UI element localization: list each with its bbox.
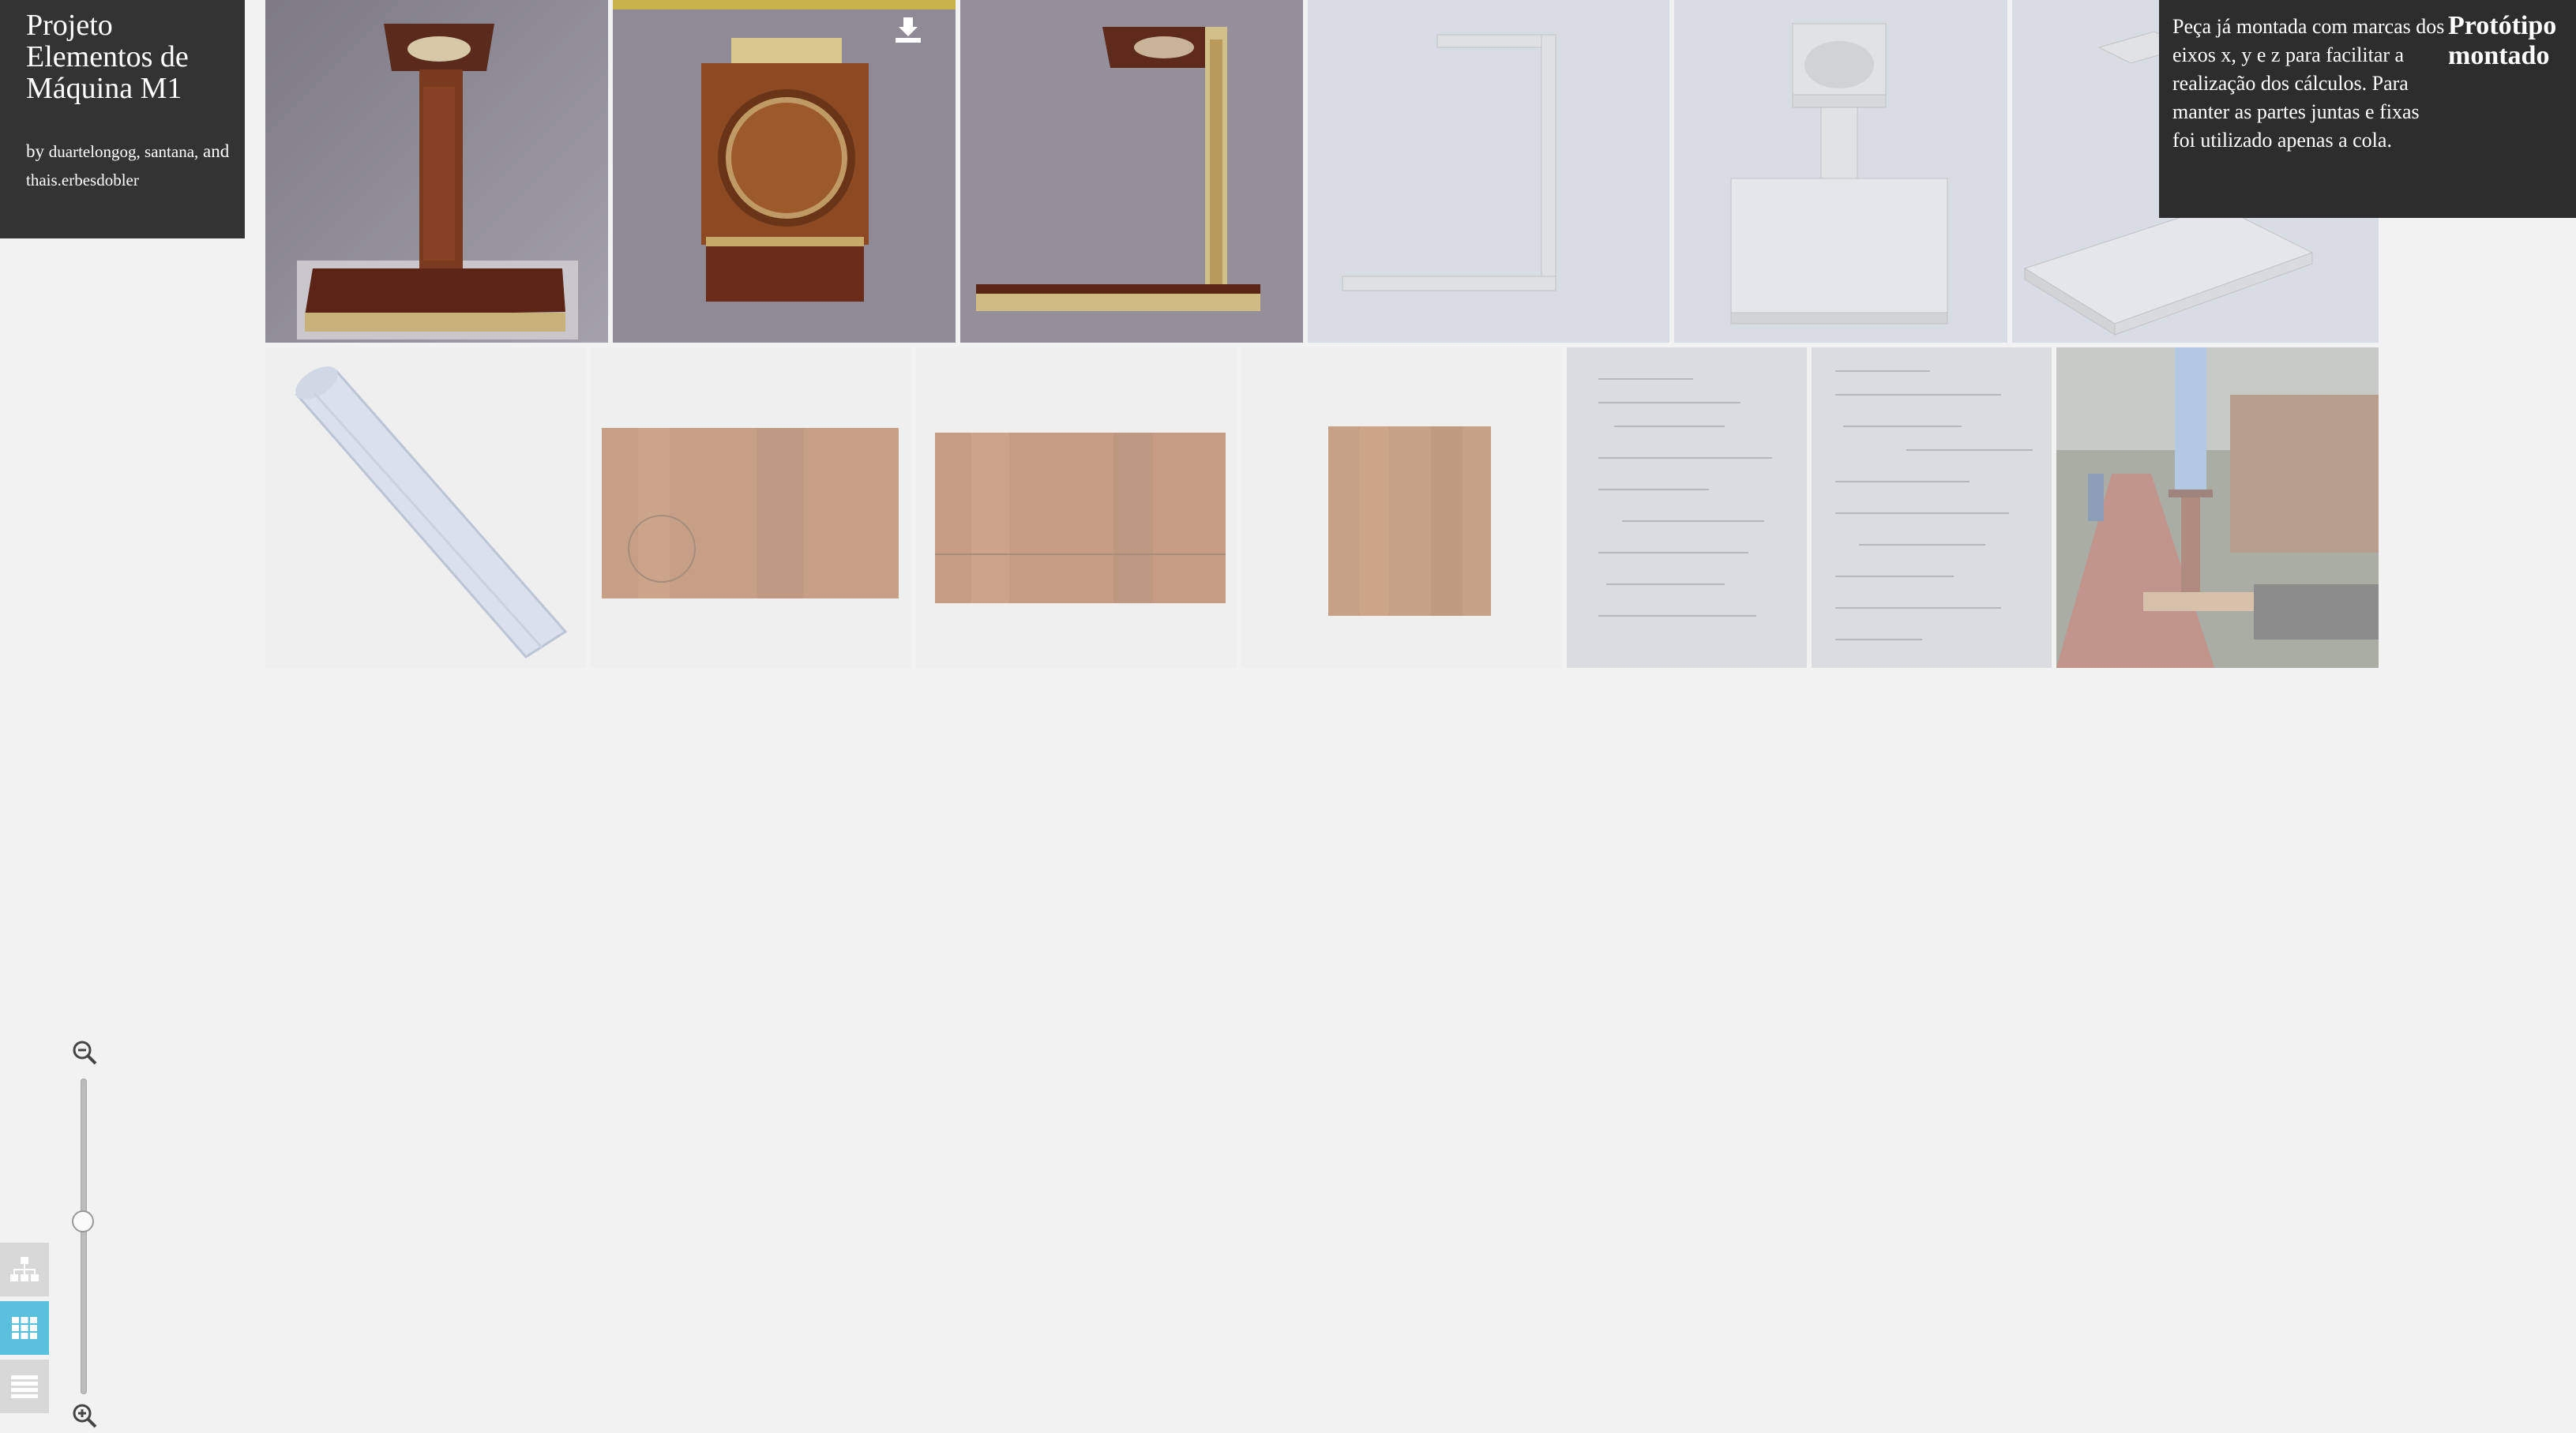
grid-view-button[interactable] (0, 1301, 49, 1355)
hierarchy-icon (10, 1257, 39, 1281)
photo-calculations-1[interactable] (1567, 347, 1807, 668)
photo-acrylic-tube-image (265, 347, 586, 668)
zoom-in-icon[interactable] (71, 1402, 98, 1429)
photo-wood-board-1[interactable] (591, 347, 911, 668)
photo-wood-board-2[interactable] (916, 347, 1237, 668)
grid-icon (12, 1317, 37, 1339)
photo-calculations-2[interactable] (1812, 347, 2052, 668)
image-heading: Protótipo montado (2448, 11, 2557, 70)
photo-calculations-1-image (1567, 347, 1807, 668)
photo-outdoor-test-image (2056, 347, 2379, 668)
project-title-panel: Projeto Elementos de Máquina M1 by duart… (0, 0, 245, 238)
zoom-slider-thumb[interactable] (72, 1210, 94, 1233)
photo-outdoor-test[interactable] (2056, 347, 2379, 668)
last-author[interactable]: thais.erbesdobler (26, 171, 139, 189)
photo-wood-board-1-image (591, 347, 911, 668)
photo-wood-square[interactable] (1241, 347, 1562, 668)
download-icon[interactable] (892, 14, 924, 46)
photo-wood-square-image (1241, 347, 1562, 668)
photo-assembled-front[interactable] (265, 0, 608, 343)
image-description: Peça já montada com marcas dos eixos x, … (2172, 15, 2445, 152)
cad-front-view[interactable] (1674, 0, 2007, 343)
cad-side-view-image (1308, 0, 1669, 343)
cad-side-view[interactable] (1308, 0, 1669, 343)
project-byline: by duartelongog, santana, and thais.erbe… (26, 137, 245, 194)
photo-assembled-side-image (960, 0, 1303, 343)
list-icon (11, 1375, 38, 1398)
by-prefix: by (26, 141, 44, 161)
photo-assembled-top-image (613, 0, 956, 343)
cad-front-view-image (1674, 0, 2007, 343)
tree-view-button[interactable] (0, 1243, 49, 1296)
photo-assembled-top[interactable] (613, 0, 956, 343)
photo-acrylic-tube[interactable] (265, 347, 586, 668)
photo-assembled-side[interactable] (960, 0, 1303, 343)
photo-wood-board-2-image (916, 347, 1237, 668)
and-word: and (203, 141, 230, 161)
image-info-panel: Peça já montada com marcas dos eixos x, … (2159, 0, 2576, 218)
photo-calculations-2-image (1812, 347, 2052, 668)
photo-assembled-front-image (265, 0, 608, 343)
author-list[interactable]: duartelongog, santana, (49, 142, 199, 161)
zoom-slider-track[interactable] (81, 1079, 87, 1394)
project-title: Projeto Elementos de Máquina M1 (26, 9, 189, 105)
list-view-button[interactable] (0, 1360, 49, 1413)
zoom-out-icon[interactable] (71, 1039, 98, 1066)
